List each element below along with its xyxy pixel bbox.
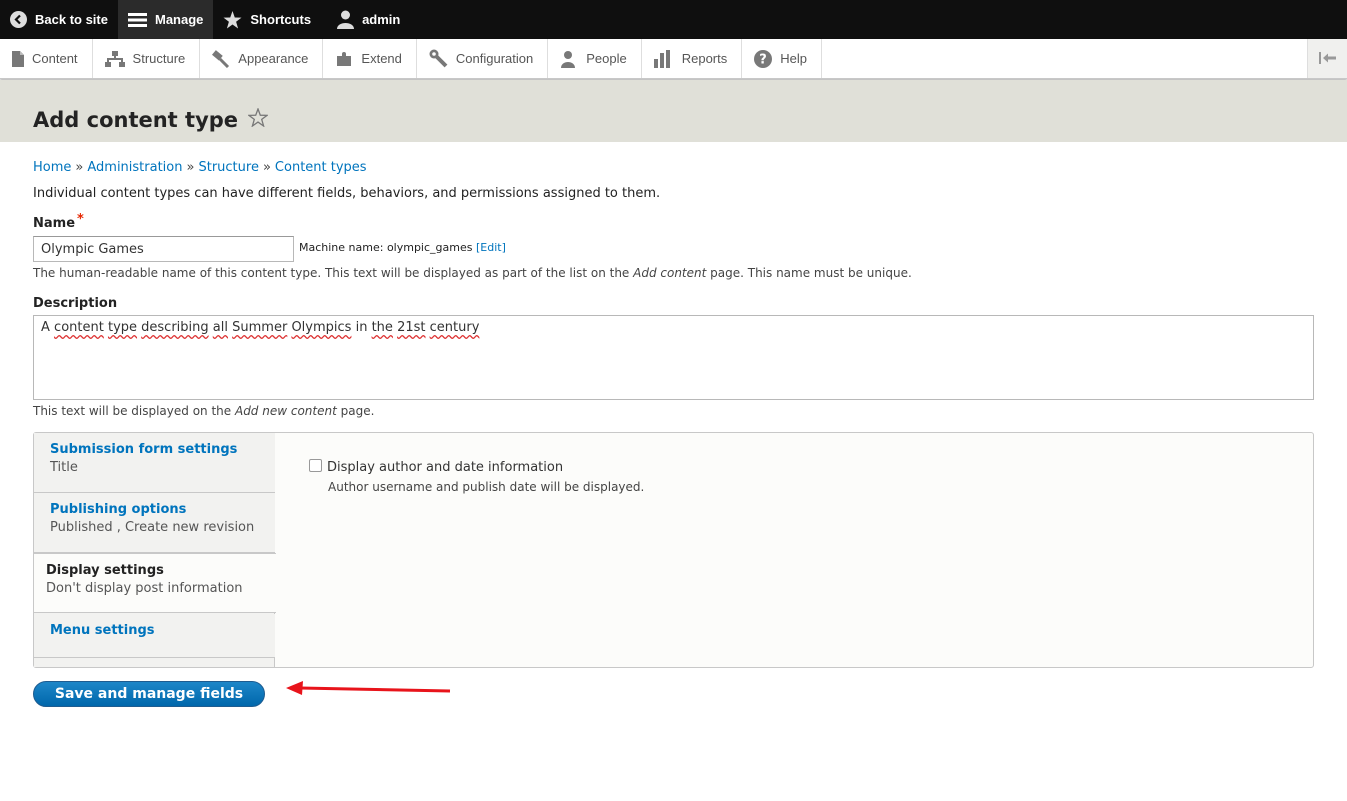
bar-chart-icon xyxy=(653,49,674,68)
tray-item-content[interactable]: Content xyxy=(0,39,93,78)
breadcrumb-structure[interactable]: Structure xyxy=(198,160,258,175)
page-title-block: Add content type xyxy=(33,107,269,132)
manage-tab[interactable]: Manage xyxy=(117,0,214,39)
breadcrumb: Home» Administration» Structure» Content ty… xyxy=(33,160,367,175)
breadcrumb-separator: » xyxy=(186,160,195,175)
chevron-left-circle-icon xyxy=(10,11,27,28)
name-label: Name * xyxy=(33,212,84,231)
star-icon xyxy=(223,10,242,29)
description-help: This text will be displayed on the Add n… xyxy=(33,404,374,418)
tray-item-structure[interactable]: Structure xyxy=(93,39,201,78)
description-value: A content type describing all Summer Oly… xyxy=(41,320,480,335)
tray-label-appearance: Appearance xyxy=(238,51,309,66)
annotation-arrow xyxy=(286,681,451,695)
breadcrumb-home[interactable]: Home xyxy=(33,160,71,175)
display-author-help: Author username and publish date will be… xyxy=(328,480,645,494)
vtab-publishing-options[interactable]: Publishing options Published , Create ne… xyxy=(34,493,275,553)
display-author-label[interactable]: Display author and date information xyxy=(327,460,563,475)
vtab-submission-form-settings[interactable]: Submission form settings Title xyxy=(34,433,275,493)
vtab-title: Menu settings xyxy=(50,623,155,638)
vtab-title: Publishing options xyxy=(50,502,187,517)
shortcut-star-icon[interactable] xyxy=(247,107,269,132)
vtab-menu-settings[interactable]: Menu settings xyxy=(34,614,275,658)
hamburger-icon xyxy=(127,12,147,28)
tray-label-reports: Reports xyxy=(681,51,728,66)
intro-text: Individual content types can have differ… xyxy=(33,186,661,201)
tray-item-reports[interactable]: Reports xyxy=(642,39,743,78)
vtab-summary: Don't display post information xyxy=(46,581,243,596)
name-help-emphasis: Add content xyxy=(633,266,707,280)
machine-name: Machine name: olympic_games [Edit] xyxy=(299,241,506,254)
question-circle-icon: ? xyxy=(754,49,773,68)
vtab-summary: Published , Create new revision xyxy=(50,520,255,535)
people-icon xyxy=(560,50,578,68)
tray-label-people: People xyxy=(586,51,627,66)
breadcrumb-content-types[interactable]: Content types xyxy=(275,160,367,175)
vtab-display-settings[interactable]: Display settings Don't display post info… xyxy=(34,553,276,613)
save-and-manage-fields-button[interactable]: Save and manage fields xyxy=(33,681,265,707)
description-help-text-2: page. xyxy=(336,404,375,418)
tray-label-extend: Extend xyxy=(361,51,402,66)
breadcrumb-administration[interactable]: Administration xyxy=(87,160,182,175)
user-icon xyxy=(337,10,355,29)
description-help-text-1: This text will be displayed on the xyxy=(33,404,235,418)
tray-item-appearance[interactable]: Appearance xyxy=(200,39,324,78)
tray-label-help: Help xyxy=(780,51,807,66)
display-author-checkbox[interactable] xyxy=(309,459,322,472)
name-help-text-1: The human-readable name of this content … xyxy=(33,266,634,280)
name-help-text-2: page. This name must be unique. xyxy=(706,266,912,280)
vtab-title: Submission form settings xyxy=(50,442,238,457)
shortcuts-tab[interactable]: Shortcuts xyxy=(213,0,321,39)
user-tab[interactable]: admin xyxy=(321,0,410,39)
breadcrumb-separator: » xyxy=(262,160,271,175)
back-to-site-label: Back to site xyxy=(35,12,108,27)
vtab-title: Display settings xyxy=(46,563,164,578)
puzzle-icon xyxy=(335,50,353,68)
tray-item-help[interactable]: ? Help xyxy=(742,39,822,78)
wrench-icon xyxy=(429,49,448,68)
sitemap-icon xyxy=(104,50,125,67)
description-label: Description xyxy=(33,296,118,311)
tray-label-configuration: Configuration xyxy=(455,51,534,66)
tray-item-configuration[interactable]: Configuration xyxy=(417,39,549,78)
manage-label: Manage xyxy=(154,12,204,27)
machine-name-text: Machine name: olympic_games xyxy=(299,241,473,254)
admin-toolbar: Back to site Manage Shortcuts admin xyxy=(0,0,1347,39)
collapse-left-icon xyxy=(1318,49,1337,68)
document-icon xyxy=(12,50,24,67)
vertical-tabs: Submission form settings Title Publishin… xyxy=(33,432,1314,668)
vtab-summary: Title xyxy=(50,460,78,475)
description-help-emphasis: Add new content xyxy=(234,404,337,418)
page-title: Add content type xyxy=(33,108,239,132)
tray-item-extend[interactable]: Extend xyxy=(323,39,417,78)
name-input[interactable] xyxy=(33,236,294,262)
tray-label-structure: Structure xyxy=(132,51,186,66)
required-marker: * xyxy=(77,212,84,227)
admin-tray: Content Structure Appearance Extend Conf… xyxy=(0,39,1347,79)
name-help: The human-readable name of this content … xyxy=(33,266,912,280)
breadcrumb-separator: » xyxy=(75,160,84,175)
shortcuts-label: Shortcuts xyxy=(250,12,312,27)
tray-item-people[interactable]: People xyxy=(548,39,642,78)
svg-text:?: ? xyxy=(759,52,767,67)
user-label: admin xyxy=(362,12,401,27)
tray-orientation-toggle[interactable] xyxy=(1307,39,1347,78)
name-label-text: Name xyxy=(33,216,76,231)
paintbrush-icon xyxy=(212,49,230,68)
tray-label-content: Content xyxy=(32,51,78,66)
vertical-tabs-menu: Submission form settings Title Publishin… xyxy=(34,433,276,667)
back-to-site-link[interactable]: Back to site xyxy=(0,0,118,39)
machine-name-edit-link[interactable]: [Edit] xyxy=(476,241,506,254)
